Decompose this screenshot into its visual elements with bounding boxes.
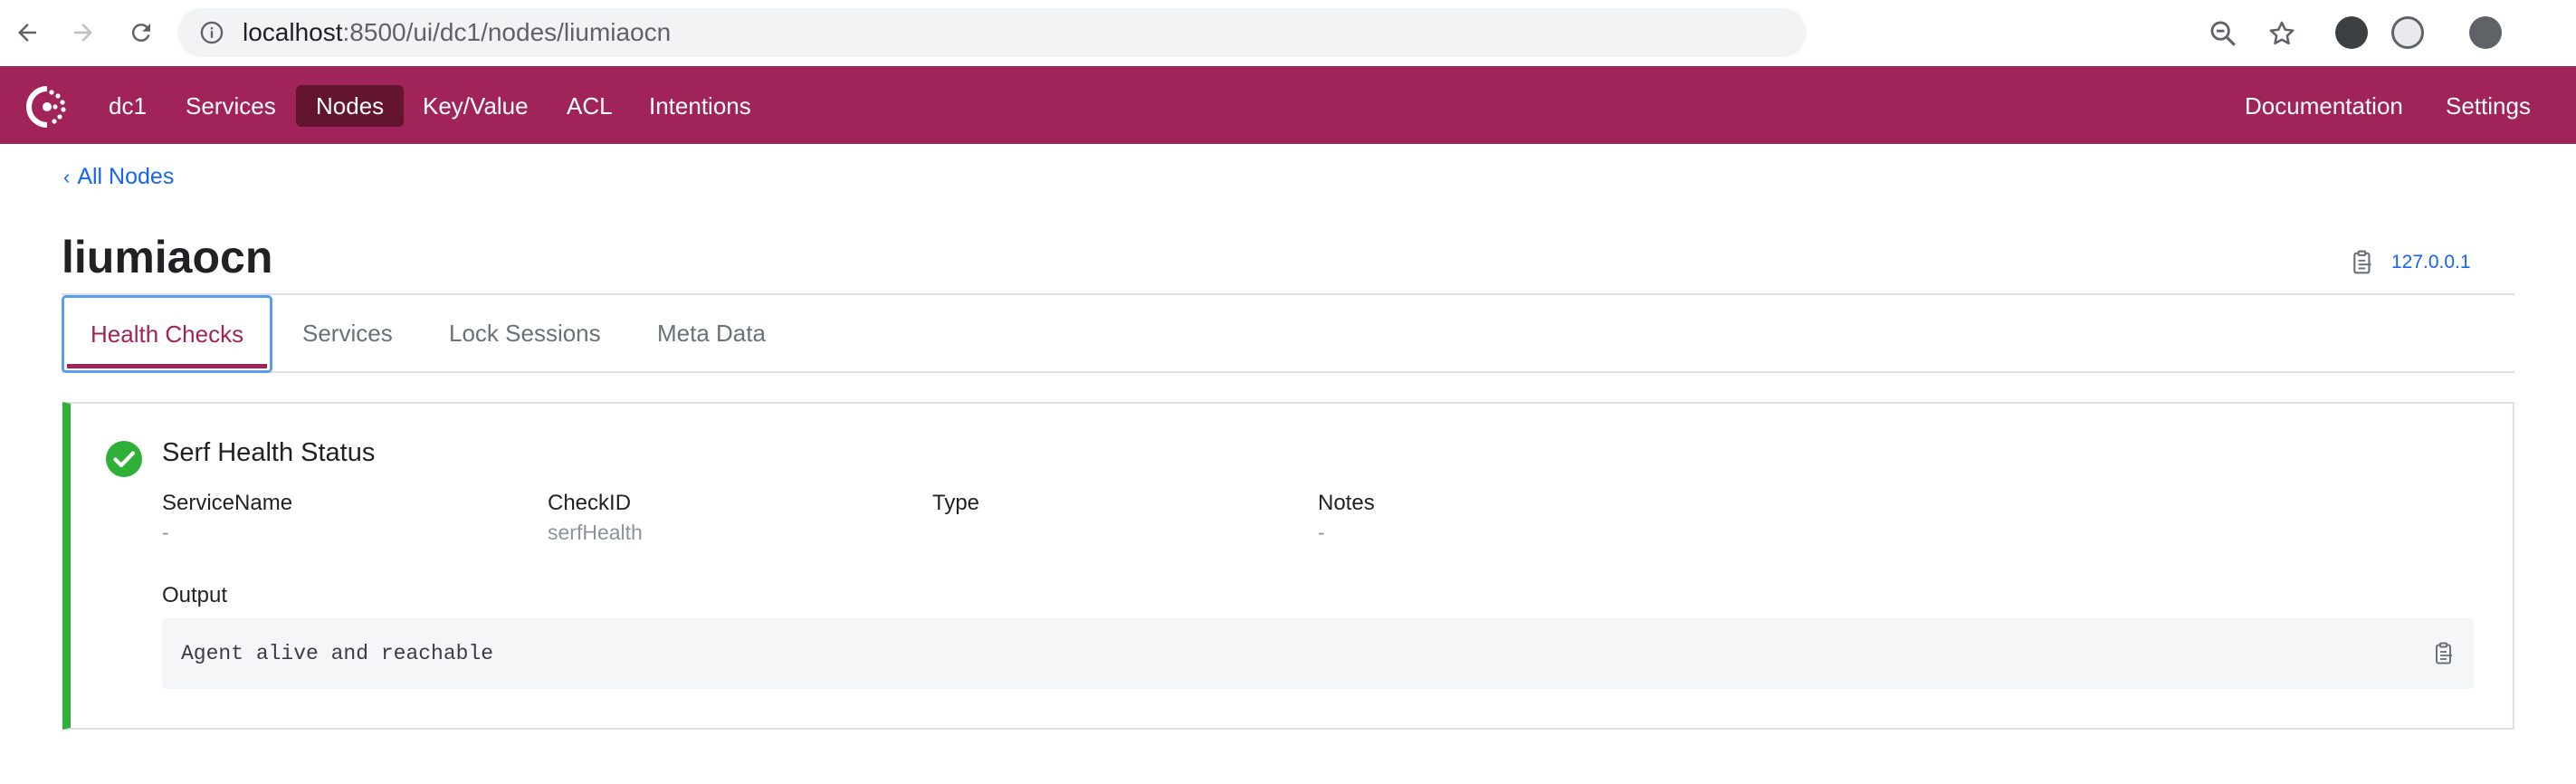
app-header: dc1 Services Nodes Key/Value ACL Intenti… xyxy=(0,66,2576,144)
breadcrumb[interactable]: ‹ All Nodes xyxy=(63,164,174,190)
node-address[interactable]: 127.0.0.1 xyxy=(2352,246,2471,279)
health-check-card: Serf Health Status ServiceName - CheckID… xyxy=(62,402,2514,730)
output-text: Agent alive and reachable xyxy=(181,642,494,665)
url-host: localhost xyxy=(243,18,343,46)
address-bar[interactable]: localhost:8500/ui/dc1/nodes/liumiaocn xyxy=(177,8,1807,57)
active-tab-indicator xyxy=(67,364,268,368)
field-notes: Notes - xyxy=(1318,489,1375,547)
profile-avatar-icon[interactable] xyxy=(2469,16,2502,49)
extension-icon[interactable] xyxy=(2391,16,2424,49)
url-path: :8500/ui/dc1/nodes/liumiaocn xyxy=(342,18,672,46)
bookmark-star-icon[interactable] xyxy=(2266,18,2297,49)
page-title: liumiaocn xyxy=(62,232,273,282)
datacenter-selector[interactable]: dc1 xyxy=(89,85,167,127)
field-label: Notes xyxy=(1318,491,1375,515)
nav-documentation[interactable]: Documentation xyxy=(2225,85,2423,127)
arrow-left-icon xyxy=(18,24,36,42)
consul-logo-icon[interactable] xyxy=(24,83,71,130)
nav-settings[interactable]: Settings xyxy=(2426,85,2551,127)
nav-nodes[interactable]: Nodes xyxy=(296,85,405,127)
arrow-right-icon xyxy=(74,24,92,42)
field-value: - xyxy=(162,521,169,544)
clipboard-copy-icon[interactable] xyxy=(2352,250,2375,275)
nav-intentions[interactable]: Intentions xyxy=(629,85,771,127)
reload-icon xyxy=(131,24,150,43)
field-label: CheckID xyxy=(548,491,632,515)
tab-services[interactable]: Services xyxy=(302,295,393,373)
nav-key-value[interactable]: Key/Value xyxy=(403,85,549,127)
nav-services[interactable]: Services xyxy=(166,85,296,127)
nav-acl[interactable]: ACL xyxy=(547,85,633,127)
check-circle-icon xyxy=(106,441,142,477)
tab-meta-data[interactable]: Meta Data xyxy=(657,295,766,373)
info-icon xyxy=(200,21,224,44)
field-value: serfHealth xyxy=(548,521,643,544)
field-label: Type xyxy=(932,491,980,515)
field-label: ServiceName xyxy=(162,491,293,515)
back-button[interactable] xyxy=(9,14,45,51)
reload-button[interactable] xyxy=(123,14,159,51)
health-check-title: Serf Health Status xyxy=(162,438,376,467)
url-text: localhost:8500/ui/dc1/nodes/liumiaocn xyxy=(243,8,671,57)
output-label: Output xyxy=(162,583,228,607)
tab-lock-sessions[interactable]: Lock Sessions xyxy=(449,295,601,373)
field-type: Type xyxy=(932,489,979,518)
browser-toolbar: localhost:8500/ui/dc1/nodes/liumiaocn xyxy=(0,0,2576,66)
tab-health-checks[interactable]: Health Checks xyxy=(62,295,273,373)
output-box: Agent alive and reachable xyxy=(162,618,2474,689)
chevron-left-icon: ‹ xyxy=(63,166,71,188)
tab-label: Health Checks xyxy=(91,320,244,348)
clipboard-copy-icon[interactable] xyxy=(2434,642,2456,665)
zoom-icon[interactable] xyxy=(2208,18,2238,49)
breadcrumb-link-all-nodes[interactable]: All Nodes xyxy=(77,164,174,189)
field-check-id: CheckID serfHealth xyxy=(548,489,643,547)
tab-bar: Health Checks Services Lock Sessions Met… xyxy=(62,295,2514,373)
forward-button[interactable] xyxy=(65,14,101,51)
field-value: - xyxy=(1318,521,1325,544)
node-address-value[interactable]: 127.0.0.1 xyxy=(2391,252,2471,273)
extension-icon[interactable] xyxy=(2335,16,2368,49)
field-service-name: ServiceName - xyxy=(162,489,292,547)
